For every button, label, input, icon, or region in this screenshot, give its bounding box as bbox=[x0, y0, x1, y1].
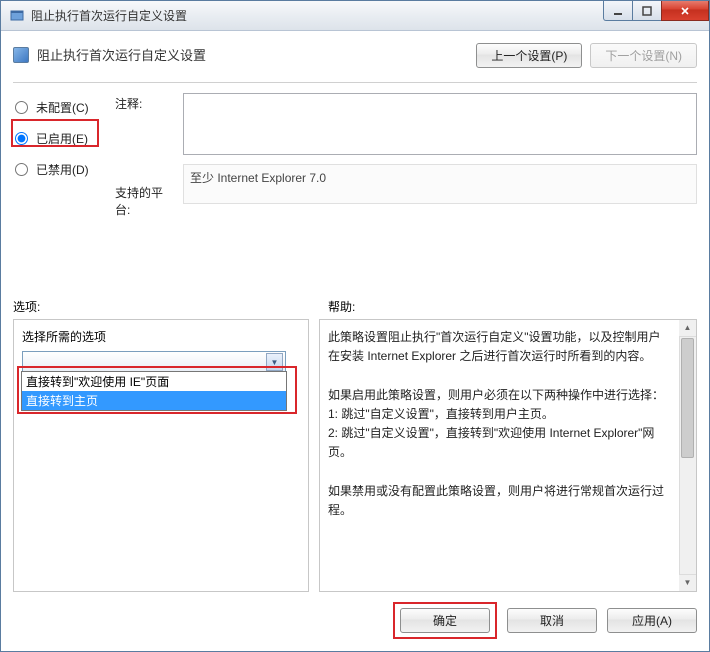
apply-button[interactable]: 应用(A) bbox=[607, 608, 697, 633]
help-text: 此策略设置阻止执行"首次运行自定义"设置功能，以及控制用户在安装 Interne… bbox=[328, 328, 688, 520]
ok-button[interactable]: 确定 bbox=[400, 608, 490, 633]
chevron-down-icon: ▼ bbox=[266, 353, 283, 371]
highlight-ok: 确定 bbox=[393, 602, 497, 639]
dropdown-option-selected[interactable]: 直接转到主页 bbox=[22, 391, 286, 410]
comment-label: 注释: bbox=[115, 93, 173, 112]
radio-enabled-input[interactable] bbox=[15, 132, 28, 145]
radio-disabled-input[interactable] bbox=[15, 163, 28, 176]
state-radio-group: 未配置(C) 已启用(E) 已禁用(D) bbox=[13, 93, 105, 286]
options-pane: 选择所需的选项 ▼ 直接转到"欢迎使用 IE"页面 直接转到主页 bbox=[13, 319, 309, 592]
maximize-button[interactable] bbox=[632, 1, 662, 21]
scroll-thumb[interactable] bbox=[681, 338, 694, 458]
option-combobox[interactable]: ▼ bbox=[22, 351, 286, 373]
scroll-down-button[interactable]: ▼ bbox=[679, 574, 696, 591]
radio-label: 已启用(E) bbox=[36, 130, 88, 147]
policy-icon bbox=[13, 47, 29, 63]
radio-not-configured[interactable]: 未配置(C) bbox=[13, 99, 105, 116]
titlebar: 阻止执行首次运行自定义设置 bbox=[1, 1, 709, 31]
scroll-up-button[interactable]: ▲ bbox=[679, 320, 696, 337]
supported-label: 支持的平台: bbox=[115, 180, 173, 218]
radio-disabled[interactable]: 已禁用(D) bbox=[13, 161, 105, 178]
option-prompt: 选择所需的选项 bbox=[22, 328, 300, 345]
app-icon bbox=[9, 8, 25, 24]
window-title: 阻止执行首次运行自定义设置 bbox=[31, 7, 187, 24]
dropdown-option[interactable]: 直接转到"欢迎使用 IE"页面 bbox=[22, 372, 286, 391]
comment-textarea[interactable] bbox=[183, 93, 697, 155]
page-title: 阻止执行首次运行自定义设置 bbox=[37, 45, 206, 64]
next-setting-button: 下一个设置(N) bbox=[590, 43, 697, 68]
radio-label: 已禁用(D) bbox=[36, 161, 89, 178]
help-header: 帮助: bbox=[318, 298, 697, 315]
separator bbox=[13, 82, 697, 83]
cancel-button[interactable]: 取消 bbox=[507, 608, 597, 633]
option-dropdown: 直接转到"欢迎使用 IE"页面 直接转到主页 bbox=[21, 371, 287, 411]
previous-setting-button[interactable]: 上一个设置(P) bbox=[476, 43, 582, 68]
window-controls bbox=[604, 1, 709, 21]
supported-text: 至少 Internet Explorer 7.0 bbox=[183, 164, 697, 204]
minimize-button[interactable] bbox=[603, 1, 633, 21]
radio-not-configured-input[interactable] bbox=[15, 101, 28, 114]
radio-enabled[interactable]: 已启用(E) bbox=[13, 130, 105, 147]
close-button[interactable] bbox=[661, 1, 709, 21]
options-header: 选项: bbox=[13, 298, 318, 315]
radio-label: 未配置(C) bbox=[36, 99, 89, 116]
help-pane: 此策略设置阻止执行"首次运行自定义"设置功能，以及控制用户在安装 Interne… bbox=[319, 319, 697, 592]
